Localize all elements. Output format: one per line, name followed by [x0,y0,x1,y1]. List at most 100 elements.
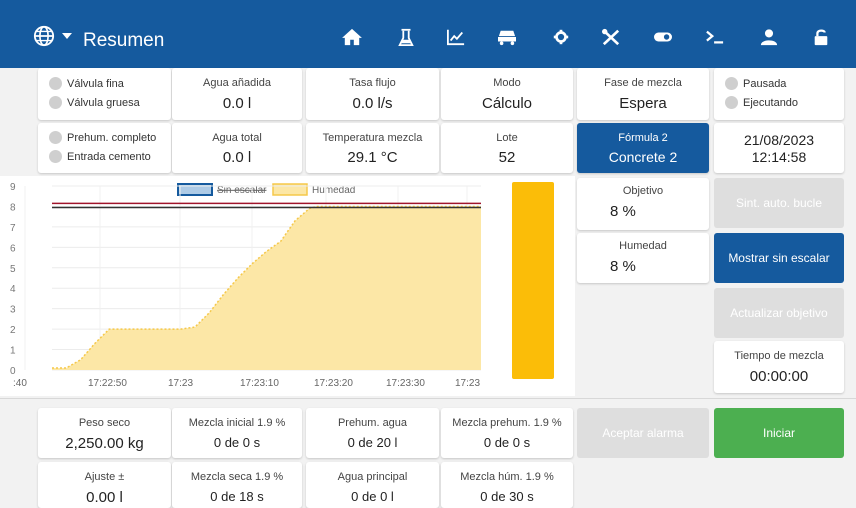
agua-principal-label: Agua principal [337,471,408,483]
iniciar-button[interactable]: Iniciar [714,408,844,458]
tools-icon[interactable] [600,28,622,46]
aceptar-alarma-button[interactable]: Aceptar alarma [577,408,709,458]
mixer-truck-icon[interactable] [496,28,518,46]
y-tick-label: 5 [10,264,16,275]
formula-label: Fórmula 2 [618,132,668,144]
prehum-agua-value: 0 de 20 l [347,435,398,450]
unlock-icon[interactable] [810,28,832,46]
y-tick-label: 9 [10,182,16,193]
entrada-cemento-indicator: Entrada cemento [49,149,151,164]
status-dot [49,95,62,109]
modo-card: Modo Cálculo [441,68,573,120]
ejecutando-indicator: Ejecutando [725,95,799,110]
valvula-fina-label: Válvula fina [67,78,124,90]
agua-total-label: Agua total [212,132,262,144]
chart-icon[interactable] [445,28,467,46]
objetivo-label: Objetivo [622,185,664,197]
divider [0,398,856,399]
pausada-label: Pausada [743,78,787,90]
home-icon[interactable] [341,28,363,46]
fase-mezcla-card: Fase de mezcla Espera [577,68,709,120]
lote-label: Lote [496,132,518,144]
flask-icon[interactable] [395,28,417,46]
prehum-agua-label: Prehum. agua [337,417,408,429]
y-tick-label: 7 [10,223,16,234]
status-dot [725,95,738,109]
mezcla-prehum-label: Mezcla prehum. 1.9 % [452,417,562,429]
y-tick-label: 6 [10,243,16,254]
mezcla-seca-label: Mezcla seca 1.9 % [190,471,284,483]
mezcla-prehum-card: Mezcla prehum. 1.9 % 0 de 0 s [441,408,573,458]
ajuste-card: Ajuste ± 0.00 l [38,462,171,508]
mezcla-inicial-card: Mezcla inicial 1.9 % 0 de 0 s [172,408,302,458]
objetivo-value: 8 % [610,203,636,220]
x-tick-label: 17:23:10 [240,378,279,389]
x-tick-label: 17:23 [168,378,193,389]
agua-anadida-value: 0.0 l [222,95,252,112]
mezcla-seca-value: 0 de 18 s [210,489,264,504]
legend-label: Sin escalar [217,185,267,196]
y-tick-label: 8 [10,202,16,213]
y-tick-label: 1 [10,346,16,357]
prehum-status-card: Prehum. completo Entrada cemento [38,123,171,173]
mezcla-hum-value: 0 de 30 s [480,489,534,504]
temperatura-label: Temperatura mezcla [322,132,423,144]
humedad-card: Humedad 8 % [577,233,709,283]
peso-seco-card: Peso seco 2,250.00 kg [38,408,171,458]
agua-total-card: Agua total 0.0 l [172,123,302,173]
agua-principal-value: 0 de 0 l [351,489,394,504]
y-tick-label: 0 [10,366,16,377]
status-dot [49,149,62,163]
humidity-chart-svg: Sin escalar Humedad 0 1 2 3 4 5 6 7 8 9:40 17:22:50 1… [10,182,554,389]
mezcla-seca-card: Mezcla seca 1.9 % 0 de 18 s [172,462,302,508]
prehum-completo-indicator: Prehum. completo [49,130,157,145]
status-dot [49,76,62,90]
x-tick-label: :40 [13,378,27,389]
date-value: 21/08/2023 [743,132,815,148]
tasa-flujo-value: 0.0 l/s [352,95,393,112]
globe-icon[interactable] [33,25,55,47]
humidity-level-bar [512,182,554,379]
gear-icon[interactable] [550,28,572,46]
modo-label: Modo [493,77,521,89]
temperatura-card: Temperatura mezcla 29.1 °C [306,123,439,173]
formula-card[interactable]: Fórmula 2 Concrete 2 [577,123,709,173]
top-bar: Resumen [0,0,856,68]
agua-total-value: 0.0 l [222,149,252,166]
chevron-down-icon[interactable] [62,33,72,39]
prehum-completo-label: Prehum. completo [67,132,157,144]
agua-principal-card: Agua principal 0 de 0 l [306,462,439,508]
user-icon[interactable] [758,28,780,46]
formula-value: Concrete 2 [608,149,678,165]
lote-value: 52 [498,149,516,166]
status-dot [725,76,738,90]
ejecutando-label: Ejecutando [743,97,799,109]
objetivo-card: Objetivo 8 % [577,178,709,230]
mezcla-inicial-value: 0 de 0 s [213,435,261,450]
sint-auto-bucle-button[interactable]: Sint. auto. bucle [714,178,844,228]
valvula-gruesa-label: Válvula gruesa [67,97,140,109]
humidity-chart: Sin escalar Humedad 0 1 2 3 4 5 6 7 8 9:40 17:22:50 1… [0,176,575,396]
fase-mezcla-label: Fase de mezcla [604,77,682,89]
terminal-icon[interactable] [704,28,726,46]
lote-card: Lote 52 [441,123,573,173]
tiempo-mezcla-value: 00:00:00 [749,368,809,385]
pausada-indicator: Pausada [725,76,787,91]
page-title[interactable]: Resumen [83,30,164,52]
legend-label: Humedad [312,185,355,196]
tasa-flujo-card: Tasa flujo 0.0 l/s [306,68,439,120]
x-tick-label: 17:23:30 [386,378,425,389]
toggle-icon[interactable] [652,28,674,46]
temperatura-value: 29.1 °C [347,149,398,166]
mostrar-sin-escalar-button[interactable]: Mostrar sin escalar [714,233,844,283]
prehum-agua-card: Prehum. agua 0 de 20 l [306,408,439,458]
y-tick-label: 2 [10,325,16,336]
entrada-cemento-label: Entrada cemento [67,151,151,163]
humedad-value: 8 % [610,258,636,275]
mezcla-inicial-label: Mezcla inicial 1.9 % [188,417,286,429]
valvula-fina-indicator: Válvula fina [49,76,124,91]
actualizar-objetivo-button[interactable]: Actualizar objetivo [714,288,844,338]
tiempo-mezcla-label: Tiempo de mezcla [734,350,824,362]
run-status-card: Pausada Ejecutando [714,68,844,120]
y-tick-label: 4 [10,284,16,295]
